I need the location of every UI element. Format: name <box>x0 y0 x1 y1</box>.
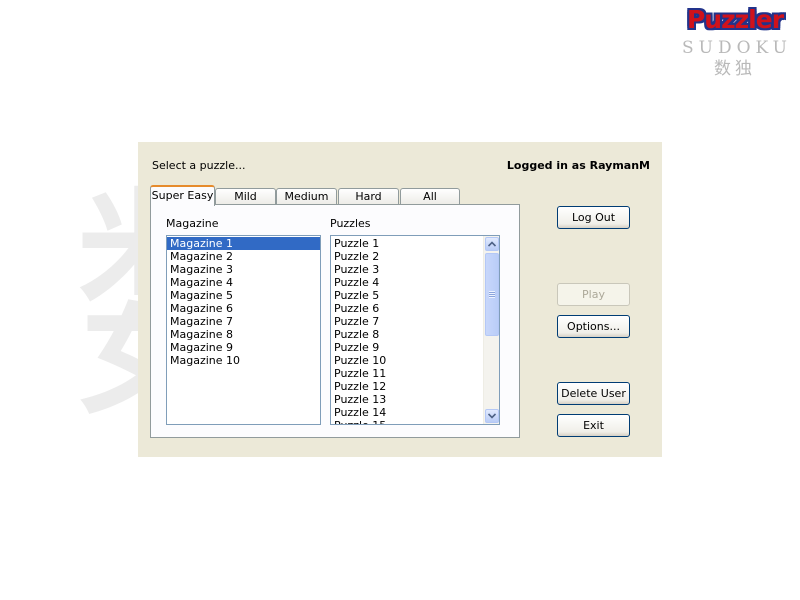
magazine-list-item[interactable]: Magazine 6 <box>167 302 320 315</box>
tab-mild[interactable]: Mild <box>215 188 276 205</box>
scroll-down-button[interactable] <box>485 409 499 423</box>
puzzler-sudoku-logo: Puzzler SUDOKU 数独 <box>676 6 794 80</box>
puzzle-list-item[interactable]: Puzzle 4 <box>331 276 483 289</box>
tab-content: Magazine Puzzles Magazine 1 Magazine 2 Mag… <box>150 204 520 438</box>
magazine-list[interactable]: Magazine 1 Magazine 2 Magazine 3 Magazine 4… <box>166 235 321 425</box>
magazine-list-item[interactable]: Magazine 9 <box>167 341 320 354</box>
puzzle-list-item[interactable]: Puzzle 1 <box>331 237 483 250</box>
tab-all[interactable]: All <box>400 188 460 205</box>
puzzle-list-item[interactable]: Puzzle 2 <box>331 250 483 263</box>
puzzle-list-item[interactable]: Puzzle 10 <box>331 354 483 367</box>
puzzle-list-scrollbar[interactable] <box>483 236 499 424</box>
puzzle-list[interactable]: Puzzle 1 Puzzle 2 Puzzle 3 Puzzle 4 Puzzle 5… <box>330 235 500 425</box>
play-button[interactable]: Play <box>557 283 630 306</box>
magazine-list-item[interactable]: Magazine 4 <box>167 276 320 289</box>
puzzles-label: Puzzles <box>330 217 371 230</box>
magazine-list-item[interactable]: Magazine 8 <box>167 328 320 341</box>
tab-medium[interactable]: Medium <box>276 188 337 205</box>
options-button[interactable]: Options... <box>557 315 630 338</box>
puzzle-list-item[interactable]: Puzzle 12 <box>331 380 483 393</box>
log-out-button[interactable]: Log Out <box>557 206 630 229</box>
puzzle-list-item[interactable]: Puzzle 15 <box>331 419 483 424</box>
magazine-list-item[interactable]: Magazine 3 <box>167 263 320 276</box>
chevron-down-icon <box>488 413 496 419</box>
tab-super-easy[interactable]: Super Easy <box>150 185 215 206</box>
puzzle-list-item[interactable]: Puzzle 6 <box>331 302 483 315</box>
magazine-list-item[interactable]: Magazine 7 <box>167 315 320 328</box>
puzzle-list-item[interactable]: Puzzle 5 <box>331 289 483 302</box>
puzzle-select-dialog: Select a puzzle... Logged in as RaymanM … <box>138 142 662 457</box>
logo-cjk: 数独 <box>714 59 756 79</box>
magazine-label: Magazine <box>166 217 219 230</box>
magazine-list-item[interactable]: Magazine 2 <box>167 250 320 263</box>
grip-icon <box>489 291 495 298</box>
scroll-thumb[interactable] <box>485 253 499 336</box>
puzzle-list-item[interactable]: Puzzle 11 <box>331 367 483 380</box>
select-puzzle-prompt: Select a puzzle... <box>152 159 246 172</box>
tab-hard[interactable]: Hard <box>338 188 399 205</box>
chevron-up-icon <box>488 241 496 247</box>
puzzle-list-item[interactable]: Puzzle 8 <box>331 328 483 341</box>
magazine-list-item[interactable]: Magazine 5 <box>167 289 320 302</box>
puzzle-list-item[interactable]: Puzzle 14 <box>331 406 483 419</box>
magazine-list-item[interactable]: Magazine 10 <box>167 354 320 367</box>
delete-user-button[interactable]: Delete User <box>557 382 630 405</box>
logged-in-status: Logged in as RaymanM <box>506 159 650 172</box>
logo-brand: Puzzler <box>686 5 784 34</box>
puzzle-list-item[interactable]: Puzzle 13 <box>331 393 483 406</box>
logo-subtitle: SUDOKU <box>682 38 792 58</box>
exit-button[interactable]: Exit <box>557 414 630 437</box>
magazine-list-item[interactable]: Magazine 1 <box>167 237 320 250</box>
puzzle-list-item[interactable]: Puzzle 3 <box>331 263 483 276</box>
puzzle-list-item[interactable]: Puzzle 9 <box>331 341 483 354</box>
scroll-up-button[interactable] <box>485 237 499 251</box>
puzzle-items: Puzzle 1 Puzzle 2 Puzzle 3 Puzzle 4 Puzzle 5… <box>331 237 483 424</box>
puzzle-list-item[interactable]: Puzzle 7 <box>331 315 483 328</box>
